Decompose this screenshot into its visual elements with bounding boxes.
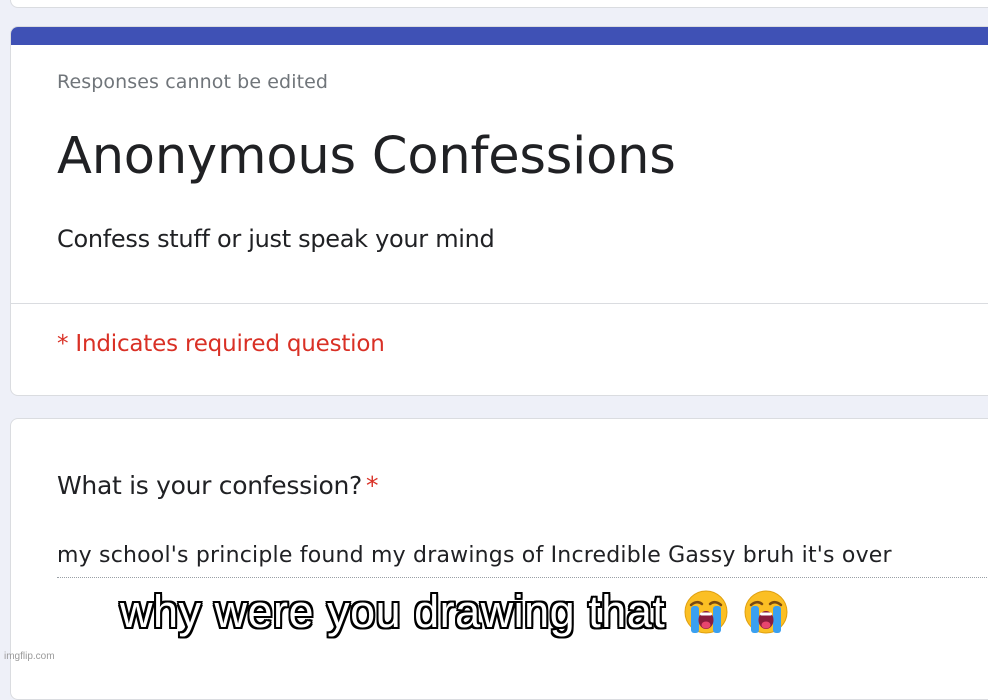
form-title: Anonymous Confessions: [57, 127, 676, 186]
meme-caption: why were you drawing that: [120, 586, 789, 638]
form-header-card: Responses cannot be edited Anonymous Con…: [10, 26, 988, 396]
question-label: What is your confession?: [57, 471, 362, 500]
responses-notice: Responses cannot be edited: [57, 71, 329, 93]
question-title: What is your confession? *: [57, 471, 378, 500]
loudly-crying-face-icon: [684, 590, 728, 634]
answer-underline: [57, 577, 988, 578]
confession-answer-field[interactable]: my school's principle found my drawings …: [57, 543, 892, 568]
meme-caption-text: why were you drawing that: [120, 586, 666, 637]
form-accent-bar: [11, 27, 988, 45]
required-question-note: * Indicates required question: [57, 331, 385, 357]
loudly-crying-face-icon: [744, 590, 788, 634]
header-divider: [11, 303, 988, 304]
required-asterisk: *: [365, 471, 379, 500]
form-description: Confess stuff or just speak your mind: [57, 225, 495, 253]
previous-card-edge: [10, 0, 988, 8]
question-card: What is your confession? * my school's pr…: [10, 418, 988, 700]
imgflip-watermark: imgflip.com: [4, 651, 55, 662]
